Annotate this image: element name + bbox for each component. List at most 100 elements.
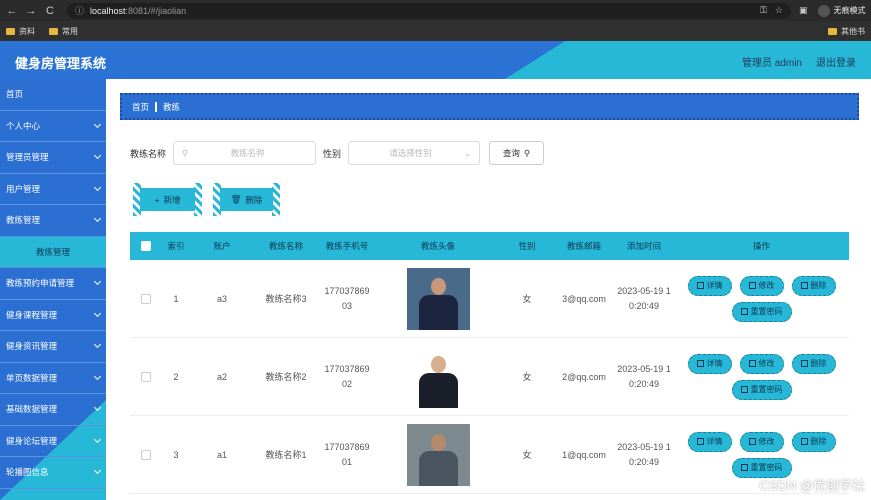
sidebar-item[interactable]: 健身资讯管理 [0, 331, 106, 363]
row-op-button[interactable]: 修改 [739, 353, 784, 374]
breadcrumb: 首页 教练 [120, 93, 859, 120]
sidebar-item[interactable]: 健身课程管理 [0, 300, 106, 331]
trash-icon [800, 438, 808, 445]
table-row: 2 a2 教练名称2 17703786902 女 2@qq.com 2023-0… [130, 338, 849, 416]
sidebar-item[interactable]: 单页数据管理 [0, 363, 106, 394]
row-op-button[interactable]: 详情 [687, 353, 732, 374]
table-header: 索引 账户 教练名称 教练手机号 教练头像 性别 教练邮箱 添加时间 操作 [130, 232, 849, 260]
select-all-checkbox[interactable] [141, 241, 151, 251]
chevron-down-icon [93, 278, 102, 286]
coach-name-placeholder: 教练名称 [230, 148, 265, 158]
back-button[interactable]: ← [4, 3, 20, 19]
bookmark-folder[interactable]: 资料 [6, 26, 35, 37]
header-cell: 操作 [752, 241, 770, 251]
header-cell: 添加时间 [626, 241, 661, 251]
breadcrumb-separator [155, 101, 158, 112]
table-row: 1 a3 教练名称3 17703786903 女 3@qq.com 2023-0… [130, 260, 849, 338]
sidebar-item[interactable]: 首页 [0, 79, 106, 111]
add-button[interactable]: + 新增 [133, 183, 202, 216]
phone-cell: 17703786902 [324, 363, 370, 389]
plus-icon: + [154, 194, 160, 205]
sidebar-item[interactable]: 基础数据管理 [0, 394, 106, 426]
breadcrumb-home[interactable]: 首页 [132, 101, 149, 113]
row-checkbox[interactable] [141, 449, 151, 460]
time-cell: 2023-05-19 10:20:49 [617, 441, 671, 467]
row-op-button[interactable]: 重置密码 [731, 301, 792, 322]
chevron-down-icon [93, 435, 102, 443]
row-checkbox[interactable] [141, 293, 151, 304]
edit-icon [748, 438, 756, 445]
reload-button[interactable]: C [42, 3, 58, 19]
row-op-button[interactable]: 修改 [739, 431, 784, 452]
edit-icon [748, 360, 756, 367]
coach-avatar [406, 345, 470, 408]
sidebar-item-label: 健身资讯管理 [6, 341, 58, 352]
detail-icon [696, 438, 704, 445]
time-cell: 2023-05-19 10:20:49 [617, 363, 671, 389]
sex-cell: 女 [522, 294, 532, 304]
reset-icon [740, 386, 748, 393]
sidebar-item-label: 单页数据管理 [6, 372, 58, 383]
logout-link[interactable]: 退出登录 [816, 54, 856, 69]
sidebar-item-label: 用户管理 [6, 183, 41, 194]
sidebar-icon[interactable]: ▣ [799, 5, 808, 16]
row-op-button[interactable]: 修改 [739, 275, 784, 296]
coach-avatar [406, 267, 470, 330]
edit-icon [748, 282, 756, 289]
sidebar: 首页 个人中心 管理员管理 用户管理 教练管理 教练管理 教练预约申请管理 健身课程管理 健身资… [0, 79, 106, 500]
row-checkbox[interactable] [141, 371, 151, 382]
sidebar-item[interactable]: 管理员管理 [0, 142, 106, 174]
account-cell: a2 [216, 371, 227, 382]
coach-name-cell: 教练名称2 [265, 372, 307, 382]
other-bookmarks[interactable]: 其他书 [828, 26, 865, 37]
chevron-down-icon [93, 467, 102, 475]
sidebar-item[interactable]: 教练管理 [0, 205, 106, 237]
star-icon[interactable]: ☆ [775, 5, 783, 16]
sex-select[interactable]: 请选择性别 ⌄ [348, 141, 481, 165]
incognito-label: 无痕模式 [833, 6, 866, 15]
address-bar[interactable]: ⓘ localhost:8081/#/jiaolian ⚿ ☆ [67, 2, 791, 19]
forward-button[interactable]: → [23, 3, 39, 19]
sidebar-item[interactable]: 个人中心 [0, 111, 106, 142]
row-op-button[interactable]: 删除 [791, 275, 836, 296]
sidebar-item-label: 教练管理 [35, 246, 70, 257]
row-op-button[interactable]: 详情 [687, 275, 732, 296]
email-cell: 2@qq.com [562, 371, 606, 382]
email-cell: 1@qq.com [562, 449, 606, 460]
delete-button[interactable]: 🗑 删除 [213, 183, 280, 216]
sidebar-item-label: 首页 [6, 89, 24, 100]
header-cell: 教练头像 [420, 241, 455, 251]
header-cell: 教练名称 [268, 241, 303, 251]
folder-icon [6, 27, 15, 35]
sidebar-item[interactable]: 轮播图信息 [0, 457, 106, 489]
sidebar-item[interactable]: 用户管理 [0, 174, 106, 205]
row-op-button[interactable]: 详情 [687, 431, 732, 452]
sidebar-item-label: 基础数据管理 [6, 404, 58, 415]
sidebar-item-label: 健身课程管理 [6, 309, 58, 320]
coach-name-cell: 教练名称1 [265, 450, 307, 460]
chevron-down-icon [93, 372, 102, 380]
bookmark-folder[interactable]: 常用 [49, 26, 78, 37]
row-actions: 详情 修改 删除重置密码 [674, 353, 849, 400]
coach-name-input[interactable]: ⚲ 教练名称 [173, 141, 317, 165]
incognito-indicator[interactable]: 无痕模式 [817, 4, 866, 17]
sidebar-item-label: 管理员管理 [6, 152, 49, 163]
site-info-icon[interactable]: ⓘ [75, 4, 84, 17]
row-op-button[interactable]: 删除 [791, 353, 836, 374]
sidebar-item[interactable]: 教练预约申请管理 [0, 268, 106, 300]
coach-name-cell: 教练名称3 [265, 294, 307, 304]
chevron-down-icon [93, 183, 102, 191]
header-cell: 教练手机号 [325, 241, 369, 251]
detail-icon [696, 360, 704, 367]
row-op-button[interactable]: 删除 [791, 431, 836, 452]
folder-icon [828, 27, 837, 35]
row-op-button[interactable]: 重置密码 [731, 379, 792, 400]
trash-icon: 🗑 [230, 194, 242, 204]
sidebar-subitem[interactable]: 教练管理 [0, 236, 106, 268]
key-icon[interactable]: ⚿ [760, 5, 767, 16]
table-row: 3 a1 教练名称1 17703786901 女 1@qq.com 2023-0… [130, 416, 849, 494]
query-button[interactable]: 查询 ⚲ [489, 141, 545, 165]
sidebar-item[interactable]: 健身论坛管理 [0, 426, 106, 457]
chevron-down-icon: ⌄ [463, 147, 472, 158]
trash-icon [800, 282, 808, 289]
